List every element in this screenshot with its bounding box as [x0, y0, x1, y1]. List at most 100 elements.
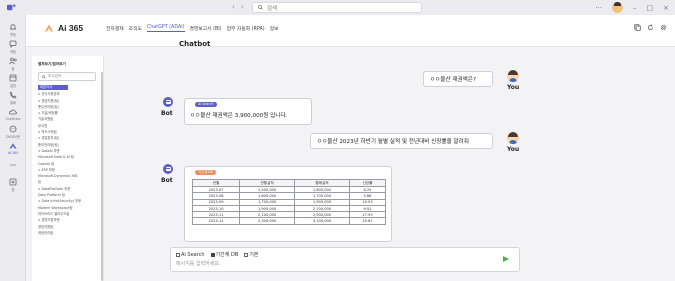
tree-node[interactable]: 재정관리팀: [38, 230, 100, 236]
org-tree-panel: 펼쳐보기/접어보기 부서검색 대표이사 ∨ 전사지원본부 ∨ 경영지원(팀) 총…: [32, 56, 104, 281]
bot-icon: [9, 125, 17, 133]
source-options: Ai Search 기간계 DB 기본: [176, 251, 258, 258]
title-bar: ‹ › 검색 ··· – □ ×: [0, 0, 675, 15]
bot-label: Bot: [161, 177, 173, 184]
app-header: Ai 365 전자결재 조직도 ChatGPT (ADAI) 경영보고서 (BI…: [26, 15, 675, 48]
minimize-icon[interactable]: –: [633, 4, 637, 12]
bot-message-text: ㅇㅇ물산 재권액은 3,900,000원 입니다.: [190, 113, 288, 119]
copy-icon[interactable]: [634, 24, 641, 31]
menu-approval[interactable]: 전자결재: [106, 25, 124, 32]
option-basic[interactable]: 기본: [244, 251, 258, 258]
bell-icon: [10, 24, 16, 30]
back-arrow-icon[interactable]: ‹: [232, 3, 235, 11]
send-icon[interactable]: [503, 256, 509, 262]
user-label: You: [507, 146, 520, 153]
page-title: Chatbot: [179, 40, 211, 48]
rail-item-chat[interactable]: 채팅: [0, 40, 26, 54]
menu-bi-report[interactable]: 경영보고서 (BI): [190, 25, 222, 32]
user-avatar: [507, 70, 519, 82]
phone-icon: [9, 91, 17, 99]
source-tag: AI Search: [195, 102, 217, 107]
refresh-icon[interactable]: [647, 24, 654, 31]
search-icon: [42, 74, 46, 79]
user-message: ㅇㅇ물산 2023년 하반기 월별 실적 및 전년대비 신장률을 알려줘: [310, 133, 493, 149]
forward-arrow-icon[interactable]: ›: [241, 3, 244, 11]
department-search-placeholder: 부서검색: [48, 74, 62, 78]
menu-info[interactable]: 정보: [270, 25, 279, 32]
menu-rpa[interactable]: 업무 자동화 (RPA): [227, 25, 265, 32]
option-legacy-db[interactable]: 기간계 DB: [210, 251, 239, 258]
bot-label: Bot: [161, 110, 173, 117]
ai365-logo-icon: [45, 24, 53, 32]
option-label: 기본: [249, 252, 259, 258]
search-placeholder: 검색: [267, 5, 278, 12]
option-label: 기간계 DB: [215, 252, 239, 258]
bot-message: AI Search ㅇㅇ물산 재권액은 3,900,000원 입니다.: [184, 98, 312, 125]
app-icon: [9, 143, 17, 149]
history-nav: ‹ ›: [232, 3, 244, 11]
legacy-db-checkbox[interactable]: [210, 252, 215, 257]
table-header-cell: 전월실적: [239, 179, 296, 187]
user-message-text: ㅇㅇ물산 재권액은?: [430, 77, 476, 83]
rail-item-onedrive[interactable]: OneDrive: [0, 108, 26, 121]
rail-item-activity[interactable]: 활동: [0, 23, 26, 37]
main-menu: 전자결재 조직도 ChatGPT (ADAI) 경영보고서 (BI) 업무 자동…: [106, 25, 278, 32]
ai-search-checkbox[interactable]: [176, 252, 180, 257]
tree-list: 대표이사 ∨ 전사지원본부 ∨ 경영지원(팀) 총무관리팀(팀) ∨ 지급/비정…: [38, 85, 100, 236]
option-label: Ai Search: [181, 251, 205, 258]
table-row: 2023-12 2,300,000 3,100,000 25.81: [191, 217, 387, 225]
tree-scrollbar[interactable]: [101, 72, 103, 281]
department-search-input[interactable]: 부서검색: [38, 72, 96, 81]
table-cell: 25.81: [348, 217, 387, 225]
search-icon: [258, 5, 263, 10]
table-header-cell: 년월: [191, 179, 241, 187]
rail-item-bot[interactable]: DYDEV봇: [0, 125, 26, 139]
rail-item-calls[interactable]: 통화: [0, 91, 26, 105]
table-cell: 2023-12: [191, 217, 241, 225]
option-ai-search[interactable]: Ai Search: [176, 252, 205, 258]
basic-checkbox[interactable]: [244, 252, 249, 257]
tree-node[interactable]: 대표이사: [38, 85, 68, 90]
source-tag: 기간계 DB: [195, 170, 216, 175]
cloud-icon: [8, 109, 18, 115]
table-cell: 2,300,000: [239, 217, 296, 225]
rail-item-apps[interactable]: 앱: [0, 178, 26, 192]
rail-item-ai365[interactable]: AI 365: [0, 142, 26, 155]
user-message-text: ㅇㅇ물산 2023년 하반기 월별 실적 및 전년대비 신장률을 알려줘: [317, 139, 469, 145]
app-name: Ai 365: [58, 23, 84, 33]
rail-item-teams[interactable]: 팀: [0, 57, 26, 71]
user-avatar: [507, 132, 519, 144]
window-controls: ··· – □ ×: [595, 2, 669, 13]
calendar-icon: [9, 74, 17, 82]
rail-item-more[interactable]: [0, 161, 26, 169]
menu-org-chart[interactable]: 조직도: [129, 25, 142, 32]
bot-table-message: 기간계 DB 년월 전월실적 월매실적 신장률 2023-07 1,500,00…: [184, 166, 392, 242]
app-rail: 활동 채팅 팀 일정 통화 OneDrive DYDEV봇 AI 365 앱: [0, 15, 26, 281]
menu-chatgpt[interactable]: ChatGPT (ADAI): [146, 25, 185, 32]
bot-avatar-icon: [163, 97, 173, 107]
sales-table: 년월 전월실적 월매실적 신장률 2023-07 1,500,000 1,600…: [191, 179, 387, 225]
message-input[interactable]: 메시지를 입력하세요.: [176, 260, 221, 267]
tree-toggle-label[interactable]: 펼쳐보기/접어보기: [38, 62, 66, 67]
global-search-input[interactable]: 검색: [252, 2, 422, 13]
header-actions: [634, 24, 667, 31]
table-header-row: 년월 전월실적 월매실적 신장률: [191, 179, 387, 187]
message-composer: Ai Search 기간계 DB 기본 메시지를 입력하세요.: [170, 247, 520, 272]
teams-logo-icon: [7, 4, 16, 11]
profile-avatar[interactable]: [612, 2, 623, 13]
table-header-cell: 월매실적: [294, 179, 350, 187]
bot-avatar-icon: [163, 164, 173, 174]
more-icon: [10, 164, 16, 166]
settings-icon[interactable]: [660, 24, 667, 31]
close-icon[interactable]: ×: [663, 4, 669, 12]
more-options-icon[interactable]: ···: [595, 4, 602, 12]
rail-item-calendar[interactable]: 일정: [0, 74, 26, 88]
apps-icon: [9, 178, 17, 186]
user-label: You: [507, 84, 520, 91]
teams-icon: [9, 57, 17, 65]
user-message: ㅇㅇ물산 재권액은?: [423, 71, 493, 87]
table-cell: 3,100,000: [294, 217, 350, 225]
maximize-icon[interactable]: □: [647, 4, 654, 12]
table-header-cell: 신장률: [348, 179, 387, 187]
chat-icon: [9, 40, 17, 48]
